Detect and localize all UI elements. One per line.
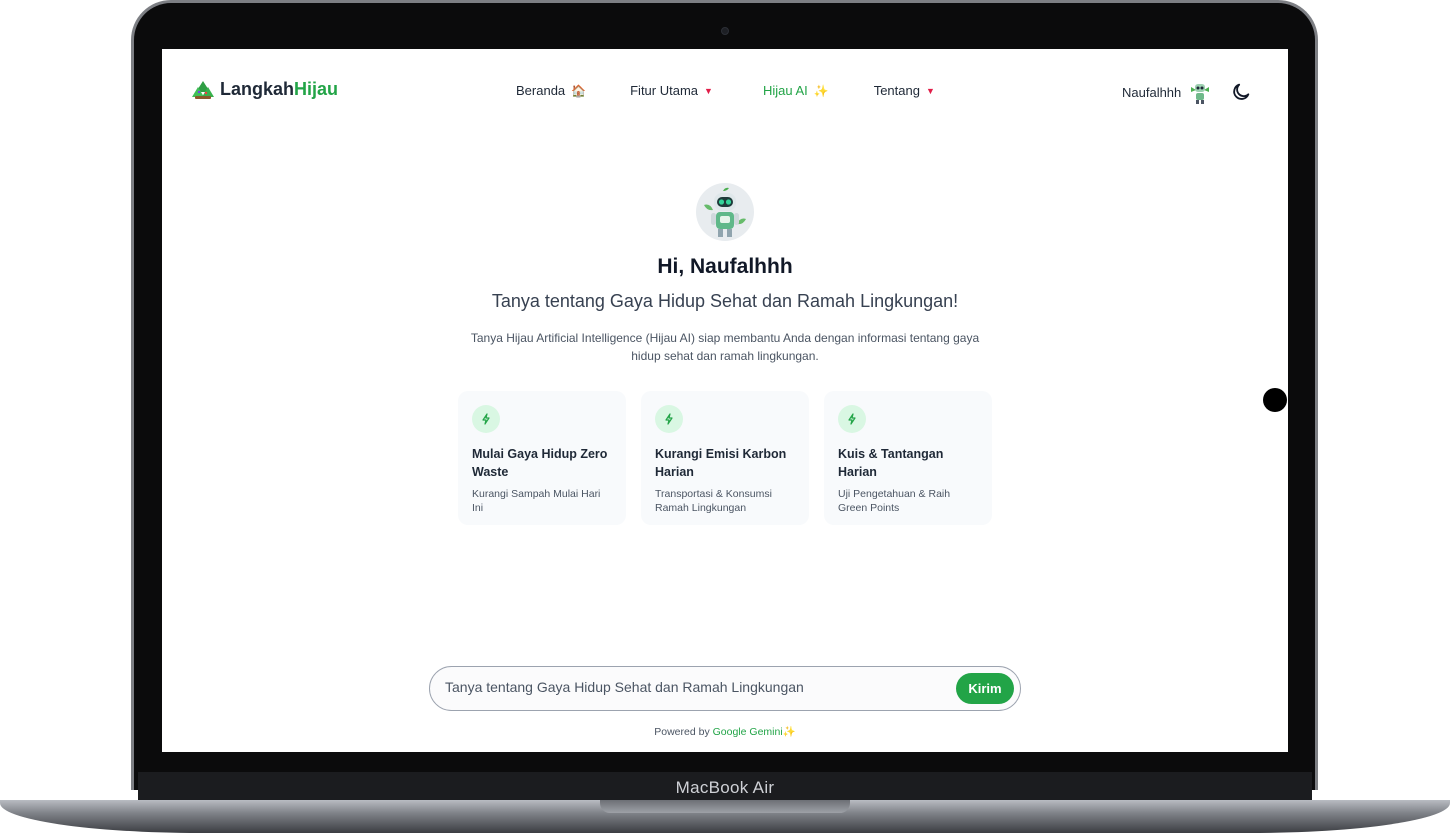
hero-description: Tanya Hijau Artificial Intelligence (Hij… bbox=[470, 331, 980, 363]
app-screen: Langkah Hijau Beranda 🏠 Fitur Utama ▼ Hij… bbox=[162, 49, 1288, 752]
webcam-icon bbox=[721, 27, 729, 35]
nav-item-tentang[interactable]: Tentang ▼ bbox=[874, 83, 935, 98]
chevron-down-icon: ▼ bbox=[704, 85, 713, 96]
nav-label-tentang: Tentang bbox=[873, 83, 920, 98]
powered-by-footer: Powered by Google Gemini✨ bbox=[162, 725, 1288, 738]
sparkles-icon: ✨ bbox=[782, 726, 796, 738]
card-subtitle: Transportasi & Konsumsi Ramah Lingkungan bbox=[655, 488, 772, 514]
nav-item-beranda[interactable]: Beranda 🏠 bbox=[516, 83, 586, 98]
chat-bar: Kirim bbox=[429, 666, 1021, 711]
floating-dot bbox=[1263, 388, 1287, 412]
suggestion-card-zero-waste[interactable]: Mulai Gaya Hidup Zero Waste Kurangi Samp… bbox=[458, 391, 626, 525]
nav-label-beranda: Beranda bbox=[516, 83, 566, 98]
nav-label-hijau-ai: Hijau AI bbox=[762, 83, 808, 98]
user-menu[interactable]: Naufalhhh bbox=[1122, 79, 1213, 105]
robot-avatar-icon bbox=[1187, 79, 1213, 105]
lightning-icon bbox=[838, 405, 866, 433]
brand-logo[interactable]: Langkah Hijau bbox=[192, 79, 338, 100]
device-label: MacBook Air bbox=[675, 778, 775, 797]
suggestion-card-emisi-karbon[interactable]: Kurangi Emisi Karbon Harian Transportasi… bbox=[641, 391, 809, 525]
dark-mode-toggle-moon-icon[interactable] bbox=[1230, 81, 1252, 103]
navbar: Langkah Hijau Beranda 🏠 Fitur Utama ▼ Hij… bbox=[162, 49, 1288, 135]
brand-name-part1: Langkah bbox=[220, 79, 295, 99]
chevron-down-icon: ▼ bbox=[925, 85, 935, 96]
card-subtitle: Uji Pengetahuan & Raih Green Points bbox=[838, 488, 951, 514]
username: Naufalhhh bbox=[1122, 84, 1182, 100]
card-title: Kurangi Emisi Karbon Harian bbox=[655, 447, 787, 479]
send-button[interactable]: Kirim bbox=[956, 673, 1014, 704]
nav-label-fitur-utama: Fitur Utama bbox=[630, 83, 699, 98]
device-stage: MacBook Air Langkah Hijau Beranda 🏠 Fitu… bbox=[0, 0, 1450, 833]
card-title: Mulai Gaya Hidup Zero Waste bbox=[472, 447, 608, 479]
suggestion-card-kuis[interactable]: Kuis & Tantangan Harian Uji Pengetahuan … bbox=[824, 391, 992, 525]
laptop-chin: MacBook Air bbox=[138, 772, 1312, 802]
greeting-heading: Hi, Naufalhhh bbox=[657, 255, 793, 278]
brand-name-part2: Hijau bbox=[294, 79, 339, 99]
sparkles-icon: ✨ bbox=[813, 83, 829, 98]
hero-subtitle: Tanya tentang Gaya Hidup Sehat dan Ramah… bbox=[491, 291, 959, 311]
chat-input[interactable] bbox=[445, 679, 925, 695]
card-subtitle: Kurangi Sampah Mulai Hari Ini bbox=[472, 488, 601, 514]
nav-item-fitur-utama[interactable]: Fitur Utama ▼ bbox=[630, 83, 713, 98]
powered-brand-link[interactable]: Google Gemini bbox=[713, 726, 783, 738]
nav-item-hijau-ai[interactable]: Hijau AI ✨ bbox=[763, 83, 829, 98]
house-icon: 🏠 bbox=[571, 83, 587, 98]
main-menu: Beranda 🏠 Fitur Utama ▼ Hijau AI ✨ Tenta… bbox=[516, 83, 935, 98]
tree-icon bbox=[192, 80, 214, 100]
suggestion-cards: Mulai Gaya Hidup Zero Waste Kurangi Samp… bbox=[458, 391, 992, 525]
laptop-notch bbox=[600, 800, 850, 813]
card-title: Kuis & Tantangan Harian bbox=[838, 447, 944, 479]
lightning-icon bbox=[655, 405, 683, 433]
powered-prefix: Powered by bbox=[654, 726, 710, 738]
robot-mascot-icon bbox=[696, 183, 754, 241]
lightning-icon bbox=[472, 405, 500, 433]
